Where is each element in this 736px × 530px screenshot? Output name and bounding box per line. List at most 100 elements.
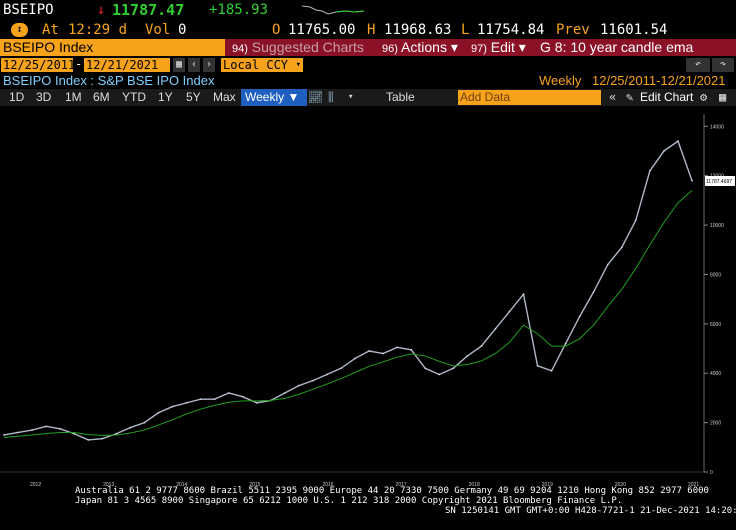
index-name: BSEIPO Index : S&P BSE IPO Index [3, 73, 215, 88]
y-tick-label: 2000 [710, 421, 721, 427]
price-point [466, 355, 469, 357]
volume: 0 [178, 22, 187, 38]
footer-contacts-2: Japan 81 3 4565 8900 Singapore 65 6212 1… [75, 496, 623, 506]
edit-chart-button[interactable]: Edit Chart [640, 89, 693, 106]
price-point [550, 369, 553, 372]
chevron-down-icon[interactable]: ▾ [348, 89, 353, 106]
period-1m[interactable]: 1M [65, 89, 82, 106]
y-tick-label: 8000 [710, 272, 721, 278]
price-chart[interactable]: 1400012000100008000600040002000020122013… [0, 106, 736, 488]
open-label: O [272, 22, 281, 38]
y-tick-label: 10000 [710, 223, 724, 229]
price-point [129, 426, 132, 429]
realtime-icon[interactable]: ↕ [11, 23, 28, 37]
price-point [508, 310, 511, 313]
layout-icon[interactable]: ▦ [719, 89, 726, 106]
price-point [241, 395, 244, 398]
price-series-line [3, 140, 693, 441]
start-date-field[interactable]: 12/25/2011 [1, 58, 75, 72]
price-point [3, 434, 5, 436]
price-point [620, 246, 623, 249]
sparkline-icon [302, 5, 365, 15]
chevron-down-icon: ▾ [295, 60, 301, 70]
price-point [396, 346, 398, 349]
price-point [564, 342, 567, 345]
price-point [578, 315, 581, 318]
prev-value: 11601.54 [600, 22, 668, 38]
edit-num: 97) [471, 43, 487, 55]
price-point [284, 392, 286, 394]
collapse-icon[interactable]: « [609, 89, 616, 106]
line-chart-icon[interactable]: 📈︎ [308, 89, 323, 106]
price-point [368, 350, 370, 352]
table-button[interactable]: Table [386, 89, 415, 106]
price-point [115, 432, 118, 435]
edit-label: Edit ▾ [490, 39, 526, 55]
quote-details: ↕ At 12:29 d Vol 0 O 11765.00 H 11968.63… [0, 22, 736, 38]
ticker: BSEIPO [3, 2, 54, 18]
price-point [73, 432, 76, 435]
footer-session: SN 1250141 GMT GMT+0:00 H428-7721-1 21-D… [445, 506, 736, 516]
price-point [31, 429, 33, 431]
price-point [606, 263, 609, 266]
price-point [326, 373, 328, 376]
chart-svg[interactable]: 1400012000100008000600040002000020122013… [0, 106, 736, 488]
actions-menu[interactable]: 96) Actions ▾ [382, 39, 458, 56]
settings-icon[interactable]: ⚙ [700, 89, 707, 106]
price-point [340, 367, 342, 370]
end-date-field[interactable]: 12/21/2021 [84, 58, 170, 72]
price-point [59, 427, 61, 430]
price-point [255, 402, 258, 404]
period-1y[interactable]: 1Y [158, 89, 173, 106]
add-data-input[interactable]: Add Data [458, 90, 601, 105]
period-6m[interactable]: 6M [93, 89, 110, 106]
price-point [635, 219, 637, 221]
vol-label: Vol [145, 22, 171, 38]
period-3d[interactable]: 3D [36, 89, 51, 106]
footer-contacts-1: Australia 61 2 9777 8600 Brazil 5511 239… [75, 486, 709, 496]
candle-chart-icon[interactable]: ⫼ [328, 89, 334, 106]
y-tick-label: 6000 [710, 322, 721, 328]
undo-icon[interactable]: ↶ [686, 58, 710, 72]
prev-period-icon[interactable]: ‹ [188, 58, 200, 72]
high-value: 11968.63 [384, 22, 452, 38]
period-ytd[interactable]: YTD [122, 89, 146, 106]
period-max[interactable]: Max [213, 89, 236, 106]
high-label: H [367, 22, 376, 38]
frequency-select[interactable]: Weekly ▼ [241, 89, 307, 106]
price-point [227, 392, 230, 394]
low-value: 11754.84 [477, 22, 545, 38]
security-title[interactable]: BSEIPO Index [0, 39, 225, 56]
calendar-icon[interactable]: ▦ [173, 58, 185, 72]
edit-pencil-icon[interactable]: ✎ [626, 89, 633, 106]
price-point [354, 357, 356, 360]
redo-icon[interactable]: ↷ [712, 58, 734, 72]
price-point [494, 328, 497, 330]
y-tick-label: 0 [710, 470, 713, 476]
price-point [691, 179, 693, 182]
at-label: At [42, 22, 59, 38]
currency-select[interactable]: Local CCY ▾ [221, 58, 303, 72]
price-point [410, 348, 412, 351]
next-period-icon[interactable]: › [203, 58, 215, 72]
price-point [480, 345, 483, 347]
price-point [452, 367, 455, 370]
actions-label: Actions ▾ [401, 39, 458, 55]
period-label: 12/25/2011-12/21/2021 [592, 73, 726, 88]
open-value: 11765.00 [288, 22, 356, 38]
price-point [17, 431, 19, 434]
price-point [213, 398, 216, 400]
period-1d[interactable]: 1D [9, 89, 24, 106]
period-5y[interactable]: 5Y [186, 89, 201, 106]
price-point [171, 405, 174, 408]
edit-menu[interactable]: 97) Edit ▾ [471, 39, 526, 56]
quote-bar: BSEIPO ↓ 11787.47 +185.93 [0, 0, 736, 22]
suggested-charts-menu[interactable]: 94) Suggested Charts [232, 39, 364, 56]
date-separator: - [75, 57, 83, 71]
currency-label: Local CCY [223, 58, 289, 72]
price-point [87, 439, 90, 441]
price-point [298, 384, 300, 387]
chart-template[interactable]: G 8: 10 year candle ema [540, 39, 693, 56]
price-point [382, 352, 384, 355]
suggested-num: 94) [232, 43, 248, 55]
